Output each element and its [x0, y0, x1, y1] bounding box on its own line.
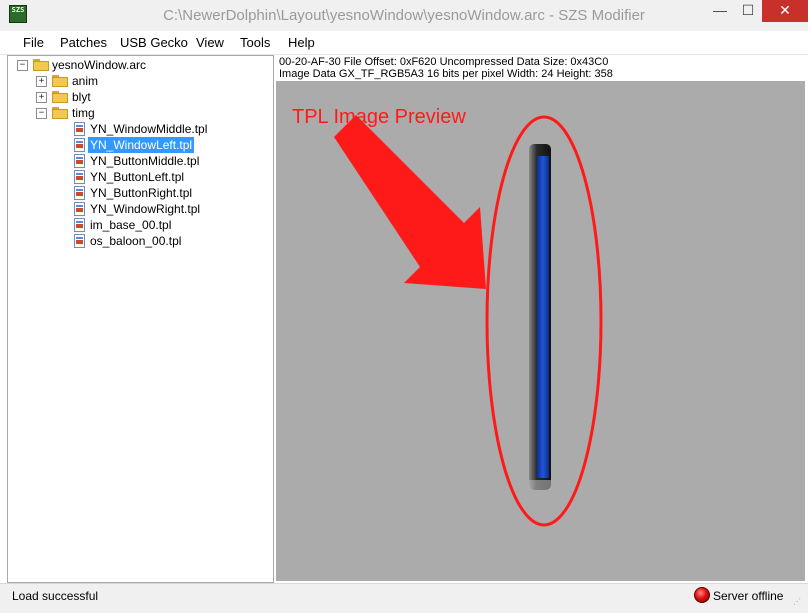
collapse-icon[interactable]: −	[36, 108, 47, 119]
tree-file-label: YN_ButtonRight.tpl	[90, 186, 193, 200]
tpl-file-icon	[74, 138, 85, 152]
expand-icon[interactable]: +	[36, 92, 47, 103]
folder-icon	[52, 107, 68, 119]
expand-icon[interactable]: +	[36, 76, 47, 87]
image-preview[interactable]: TPL Image Preview	[276, 81, 805, 581]
tpl-file-icon	[74, 234, 85, 248]
tree-file-label: YN_WindowRight.tpl	[90, 202, 201, 216]
maximize-button[interactable]: ☐	[735, 0, 761, 22]
folder-icon	[52, 91, 68, 103]
tpl-file-icon	[74, 186, 85, 200]
tree-folder-blyt[interactable]: + blyt	[8, 89, 271, 105]
tree-file-label: YN_ButtonLeft.tpl	[90, 170, 185, 184]
server-status: Server offline	[713, 589, 784, 603]
tree-node-label: blyt	[72, 90, 91, 104]
menu-patches[interactable]: Patches	[60, 35, 107, 50]
tree-folder-timg[interactable]: − timg	[8, 105, 271, 121]
menu-usb-gecko[interactable]: USB Gecko	[120, 35, 188, 50]
resize-grip-icon[interactable]: ⋰	[793, 598, 803, 608]
annotation-arrow	[334, 115, 486, 289]
tree-file[interactable]: os_baloon_00.tpl	[8, 233, 271, 249]
tree-folder-anim[interactable]: + anim	[8, 73, 271, 89]
tree-file-label: im_base_00.tpl	[90, 218, 172, 232]
folder-icon	[52, 75, 68, 87]
tpl-file-icon	[74, 218, 85, 232]
tree-file[interactable]: YN_ButtonRight.tpl	[8, 185, 271, 201]
tpl-file-icon	[74, 202, 85, 216]
tree-file-label: YN_WindowMiddle.tpl	[90, 122, 208, 136]
status-message: Load successful	[12, 589, 99, 603]
tree-file-label: YN_WindowLeft.tpl	[86, 136, 196, 154]
tpl-file-icon	[74, 170, 85, 184]
tpl-file-icon	[74, 154, 85, 168]
close-button[interactable]: ✕	[762, 0, 808, 22]
tree-node-label: anim	[72, 74, 99, 88]
tree-node-label: timg	[72, 106, 95, 120]
menu-view[interactable]: View	[196, 35, 224, 50]
tree-file-label: YN_ButtonMiddle.tpl	[90, 154, 200, 168]
title-bar: SZS C:\NewerDolphin\Layout\yesnoWindow\y…	[0, 0, 808, 32]
collapse-icon[interactable]: −	[17, 60, 28, 71]
tpl-file-icon	[74, 122, 85, 136]
menu-help[interactable]: Help	[288, 35, 315, 50]
folder-icon	[33, 59, 49, 71]
file-tree[interactable]: − yesnoWindow.arc + anim + blyt − timg Y…	[7, 55, 274, 583]
minimize-button[interactable]: —	[707, 0, 733, 22]
tree-file[interactable]: YN_ButtonLeft.tpl	[8, 169, 271, 185]
tree-file[interactable]: YN_ButtonMiddle.tpl	[8, 153, 271, 169]
file-info-line1: 00-20-AF-30 File Offset: 0xF620 Uncompre…	[279, 56, 609, 68]
tree-node-label: yesnoWindow.arc	[52, 58, 147, 72]
tree-file-selected[interactable]: YN_WindowLeft.tpl	[8, 136, 271, 154]
file-info: 00-20-AF-30 File Offset: 0xF620 Uncompre…	[279, 56, 804, 80]
tree-file-label: os_baloon_00.tpl	[90, 234, 182, 248]
menu-file[interactable]: File	[23, 35, 44, 50]
tree-node-root[interactable]: − yesnoWindow.arc	[8, 57, 271, 73]
red-led-icon	[694, 587, 710, 603]
status-bar: Load successful Server offline ⋰	[0, 583, 808, 613]
tpl-image	[529, 144, 551, 490]
tree-file[interactable]: YN_WindowRight.tpl	[8, 201, 271, 217]
menu-tools[interactable]: Tools	[240, 35, 270, 50]
menu-bar: File Patches USB Gecko View Tools Help	[0, 31, 808, 55]
window-title: C:\NewerDolphin\Layout\yesnoWindow\yesno…	[163, 7, 645, 24]
tree-file[interactable]: im_base_00.tpl	[8, 217, 271, 233]
file-info-line2: Image Data GX_TF_RGB5A3 16 bits per pixe…	[279, 68, 613, 80]
tree-file[interactable]: YN_WindowMiddle.tpl	[8, 121, 271, 137]
